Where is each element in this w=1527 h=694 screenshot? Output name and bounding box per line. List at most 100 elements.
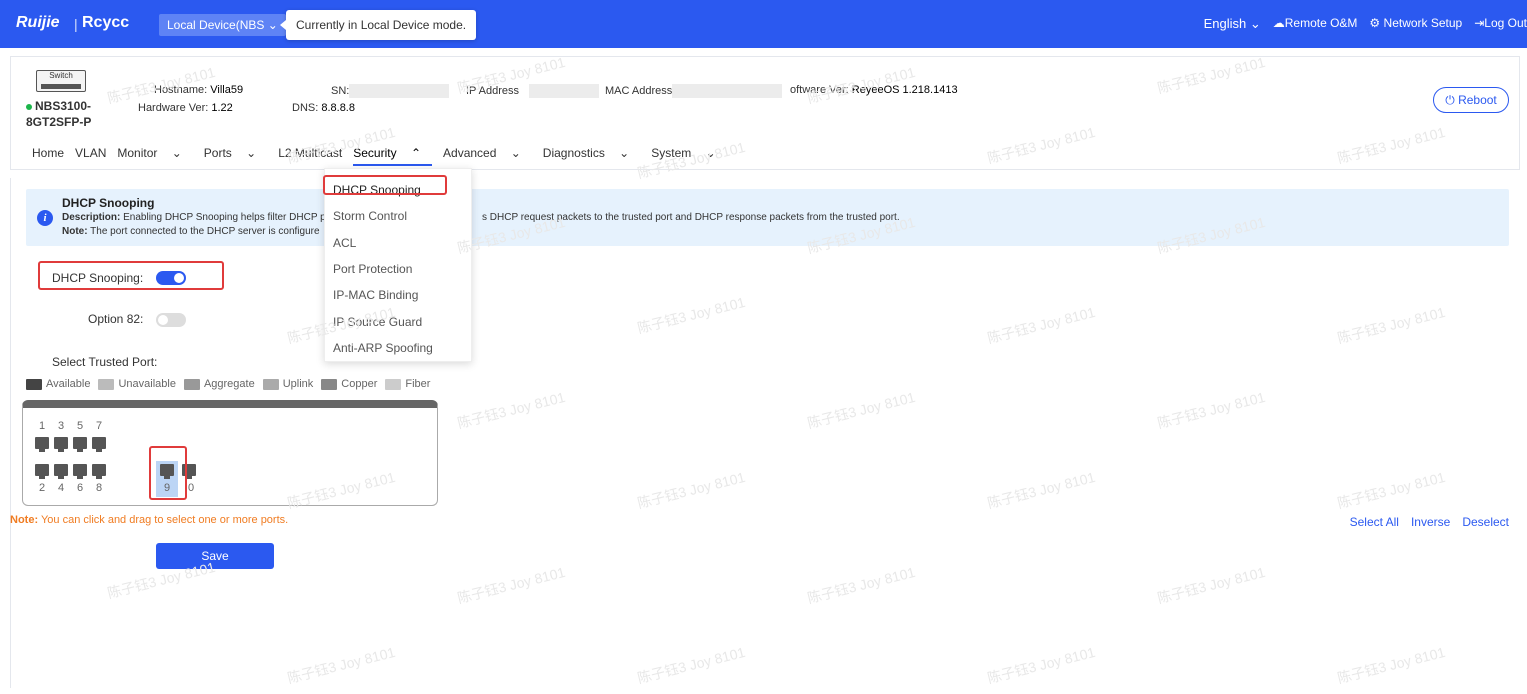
alert-note: Note: The port connected to the DHCP ser…	[62, 226, 320, 237]
switch-panel	[22, 400, 438, 506]
remote-om-link[interactable]: ☁Remote O&M	[1273, 16, 1358, 32]
hostname-info: Hostname: Villa59	[154, 84, 243, 96]
port-8[interactable]	[92, 464, 106, 479]
nav-diagnostics-label: Diagnostics	[542, 146, 605, 160]
nav-vlan[interactable]: VLAN	[75, 146, 106, 166]
port-number: 7	[96, 420, 103, 432]
port-number: 3	[58, 420, 65, 432]
sn-redacted	[349, 84, 450, 98]
desc-label: Description:	[62, 212, 121, 223]
port-1[interactable]	[35, 437, 49, 452]
alert-title: DHCP Snooping	[62, 196, 155, 210]
port-5[interactable]	[73, 437, 87, 452]
port-3[interactable]	[54, 437, 68, 452]
hostname-label: Hostname:	[154, 84, 208, 96]
ip-info: IP Address	[466, 84, 599, 98]
legend-unavailable: Unavailable	[118, 378, 176, 390]
info-icon: i	[37, 210, 53, 226]
option82-label: Option 82:	[88, 312, 144, 326]
port-number: 8	[96, 482, 103, 494]
software-label: oftware Ver:	[790, 84, 849, 96]
select-all-link[interactable]: Select All	[1350, 515, 1399, 529]
nav-system[interactable]: System ⌄	[651, 146, 726, 166]
hardware-value: 1.22	[211, 102, 233, 114]
local-device-mode-dropdown[interactable]: Local Device(NBS ⌄	[159, 14, 286, 36]
network-setup-link[interactable]: ⚙ Network Setup	[1369, 16, 1462, 32]
language-label: English	[1203, 16, 1247, 31]
info-alert: i DHCP Snooping Description: Enabling DH…	[26, 189, 1509, 246]
chevron-up-icon: ⌃	[410, 146, 422, 160]
chevron-down-icon: ⌄	[705, 146, 716, 160]
port-number: 0	[188, 482, 195, 494]
mode-tooltip: Currently in Local Device mode.	[279, 10, 477, 40]
chevron-down-icon: ⌄	[246, 146, 257, 160]
port-number: 2	[39, 482, 46, 494]
port-number: 6	[77, 482, 84, 494]
menu-item-anti-arp-spoofing[interactable]: Anti-ARP Spoofing	[333, 341, 433, 355]
port-4[interactable]	[54, 464, 68, 479]
chevron-down-icon: ⌄	[619, 146, 630, 160]
nav-ports[interactable]: Ports ⌄	[204, 146, 267, 166]
inverse-link[interactable]: Inverse	[1411, 515, 1450, 529]
top-bar: Ruijie | Rcycc Local Device(NBS ⌄ Curren…	[0, 0, 1527, 48]
trusted-port-label: Select Trusted Port:	[52, 355, 158, 369]
remote-om-label: Remote O&M	[1284, 16, 1358, 30]
uplink-port-icon	[262, 378, 279, 390]
menu-item-acl[interactable]: ACL	[333, 236, 356, 250]
legend-available: Available	[46, 378, 91, 390]
software-value: ReyeeOS 1.218.1413	[851, 84, 958, 96]
hardware-label: Hardware Ver:	[138, 102, 209, 114]
nav-ports-label: Ports	[203, 146, 232, 160]
legend-aggregate: Aggregate	[203, 378, 255, 390]
note-text: The port connected to the DHCP server is…	[90, 226, 320, 237]
sn-info: SN:	[331, 84, 450, 98]
desc-text: Enabling DHCP Snooping helps filter DHCP…	[123, 212, 326, 223]
menu-item-storm-control[interactable]: Storm Control	[333, 209, 407, 223]
nav-security[interactable]: Security ⌃	[353, 146, 433, 166]
menu-item-ip-source-guard[interactable]: IP Source Guard	[333, 315, 422, 329]
menu-item-ip-mac-binding[interactable]: IP-MAC Binding	[333, 288, 418, 302]
nav-home[interactable]: Home	[32, 146, 64, 166]
save-button[interactable]: Save	[156, 543, 274, 569]
nav-advanced[interactable]: Advanced ⌄	[443, 146, 532, 166]
ip-label: IP Address	[466, 84, 519, 97]
model-line2: 8GT2SFP-P	[26, 115, 92, 129]
menu-item-port-protection[interactable]: Port Protection	[333, 262, 412, 276]
reboot-label: Reboot	[1458, 93, 1497, 107]
port-2[interactable]	[35, 464, 49, 479]
chevron-down-icon: ⌄	[1249, 16, 1261, 31]
hostname-value: Villa59	[210, 84, 244, 96]
drag-note-label: Note:	[10, 514, 39, 526]
language-selector[interactable]: English ⌄	[1204, 16, 1261, 32]
note-label: Note:	[62, 226, 88, 237]
mac-info: MAC Address	[605, 84, 783, 98]
legend-uplink: Uplink	[282, 378, 314, 390]
deselect-link[interactable]: Deselect	[1462, 515, 1509, 529]
main-nav: Home VLAN Monitor ⌄ Ports ⌄ L2 Multicast…	[32, 146, 738, 166]
alert-description-tail: s DHCP request packets to the trusted po…	[482, 212, 900, 223]
chevron-down-icon: ⌄	[267, 18, 278, 32]
logout-link[interactable]: ⇥Log Out	[1474, 16, 1527, 32]
option82-toggle[interactable]	[156, 313, 186, 327]
dns-value: 8.8.8.8	[321, 102, 355, 114]
port-number: 1	[39, 420, 46, 432]
nav-l2-multicast[interactable]: L2 Multicast	[278, 146, 342, 166]
port-selection-actions: Select All Inverse Deselect	[1350, 515, 1509, 529]
switch-icon: Switch	[36, 70, 86, 92]
port-6[interactable]	[73, 464, 87, 479]
nav-monitor[interactable]: Monitor ⌄	[117, 146, 192, 166]
reboot-button[interactable]: ⏻ Reboot	[1433, 87, 1509, 113]
dns-info: DNS: 8.8.8.8	[292, 102, 355, 114]
nav-security-label: Security	[353, 146, 397, 160]
nav-diagnostics[interactable]: Diagnostics ⌄	[543, 146, 640, 166]
nav-advanced-label: Advanced	[443, 146, 497, 160]
dns-label: DNS:	[292, 102, 319, 114]
port-7[interactable]	[92, 437, 106, 452]
logo-separator: |	[74, 16, 78, 32]
highlight-box-dhcp-menu	[323, 175, 447, 195]
nav-system-label: System	[651, 146, 692, 160]
fiber-port-icon	[385, 378, 402, 390]
chevron-down-icon: ⌄	[510, 146, 521, 160]
port-number: 4	[58, 482, 65, 494]
logout-icon: ⇥	[1474, 16, 1485, 30]
